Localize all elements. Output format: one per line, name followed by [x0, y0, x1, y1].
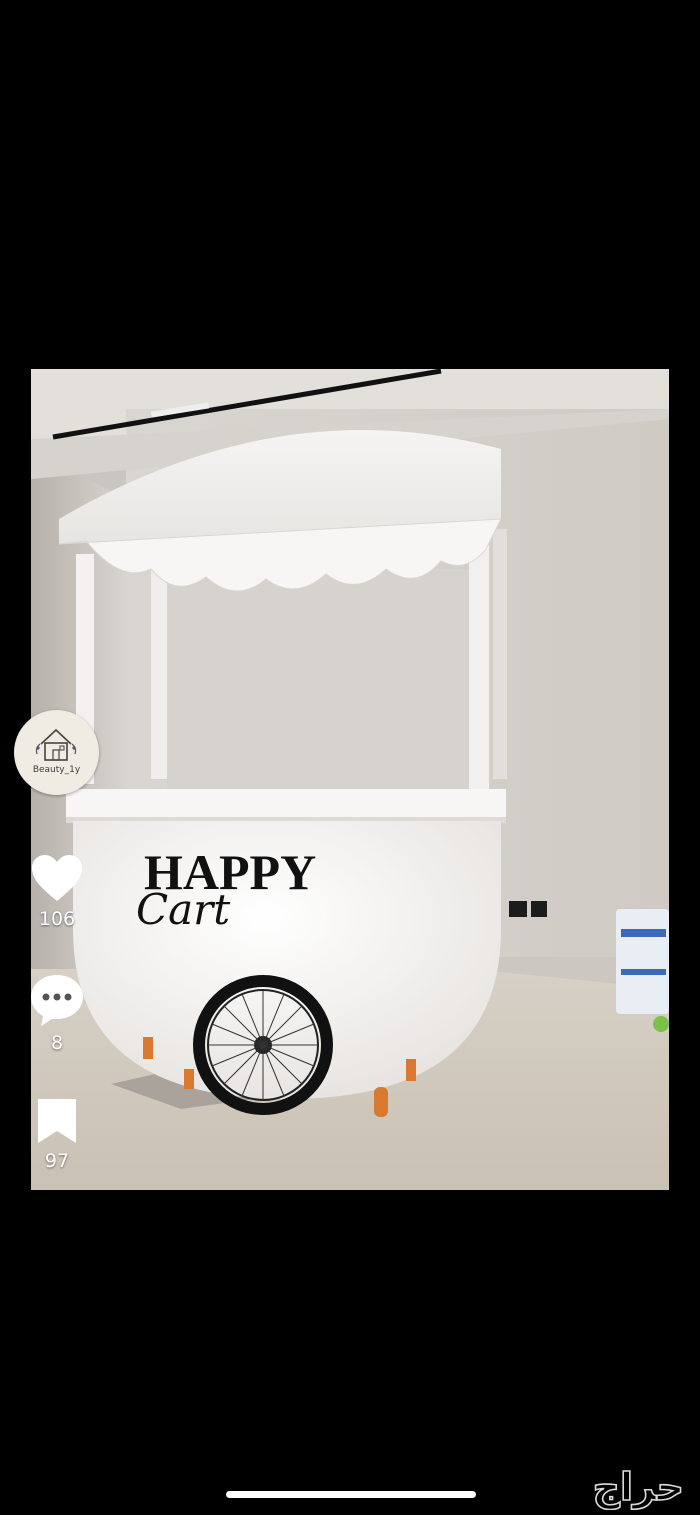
sign-cart-script: Cart [136, 885, 230, 934]
profile-avatar[interactable]: Beauty_1y [14, 710, 99, 795]
cart-photo-illustration: HAPPY Cart [31, 369, 669, 1190]
comment-count: 8 [50, 1032, 64, 1054]
like-button[interactable]: 106 [22, 853, 92, 930]
like-count: 106 [38, 908, 76, 930]
save-button[interactable]: 97 [22, 1097, 92, 1172]
haraj-watermark: حراج [498, 1464, 688, 1510]
comment-button[interactable]: 8 [22, 973, 92, 1054]
house-logo-icon [35, 728, 77, 761]
bookmark-icon [38, 1099, 76, 1143]
cart-wheel [193, 975, 333, 1115]
heart-icon [32, 855, 82, 901]
post-photo: HAPPY Cart [31, 369, 669, 1190]
haraj-logo: حراج [592, 1464, 685, 1510]
home-indicator[interactable] [226, 1491, 476, 1498]
profile-name: Beauty_1y [32, 765, 81, 775]
svg-text:حراج: حراج [593, 1466, 684, 1509]
save-count: 97 [44, 1150, 70, 1172]
comment-bubble-icon [31, 975, 83, 1026]
